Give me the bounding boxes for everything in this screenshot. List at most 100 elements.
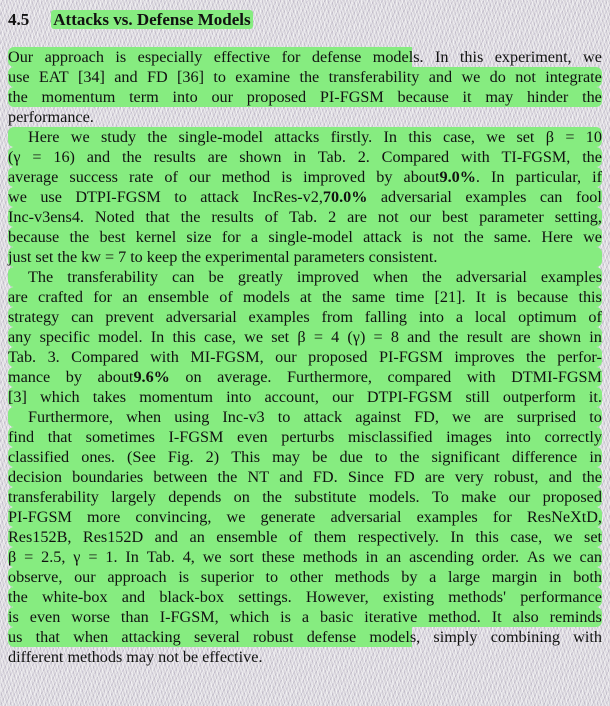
word: find xyxy=(8,428,35,446)
word: black-box xyxy=(159,588,225,606)
word: order. xyxy=(481,548,520,566)
word: the xyxy=(463,228,484,246)
word: Tab. xyxy=(8,348,37,366)
word: study xyxy=(100,128,137,146)
word: parameter xyxy=(479,208,544,226)
word: when xyxy=(73,628,109,646)
word: that xyxy=(47,428,72,446)
word: [36] xyxy=(177,68,204,86)
text-line: Inc-v3ens4. Noted that the results of Tab. 2 are… xyxy=(8,207,602,227)
word: and xyxy=(114,68,138,86)
word: examples xyxy=(248,308,310,326)
word: not xyxy=(158,648,179,666)
word: the xyxy=(121,148,142,166)
word: be xyxy=(182,648,199,666)
word: keep xyxy=(146,248,178,266)
word: 2 xyxy=(328,208,337,226)
word: and xyxy=(86,148,111,166)
word: different xyxy=(8,648,64,666)
word: FD. xyxy=(312,468,338,486)
word: momentum xyxy=(139,388,213,406)
text-line: strategy can prevent adversarial examples fro… xyxy=(8,307,602,327)
word: is xyxy=(411,228,423,246)
word: may xyxy=(485,88,514,106)
word: adversarial xyxy=(330,508,402,526)
word: DTPI-FGSM xyxy=(366,388,453,406)
word: To xyxy=(431,488,449,506)
word: into xyxy=(226,388,252,406)
word: decision xyxy=(8,468,62,486)
word: are xyxy=(347,208,367,226)
word: and xyxy=(154,528,179,546)
section-body: Our approach is especially effective for defen… xyxy=(8,47,602,667)
word: the xyxy=(181,248,202,266)
word: by xyxy=(65,368,82,386)
word: [3] xyxy=(8,388,27,406)
text-line: just set the kw = 7 to keep the experimental param… xyxy=(8,247,602,267)
word: the xyxy=(582,468,602,486)
word: In xyxy=(125,548,139,566)
word: by xyxy=(401,568,418,586)
word: takes xyxy=(92,388,127,406)
word: it xyxy=(462,88,472,106)
word: are xyxy=(483,408,504,426)
word: account, xyxy=(264,388,319,406)
text-line: (γ = 16) and the results are shown in Tab. 2. Compa… xyxy=(8,147,602,167)
word: the xyxy=(180,208,201,226)
text-line: any specific model. In this case, we set β = 4 (γ) =… xyxy=(8,327,602,347)
word: success xyxy=(69,168,118,186)
word: Noted xyxy=(94,208,135,226)
word: FD xyxy=(146,68,168,86)
word: case, xyxy=(204,328,236,346)
word: attack xyxy=(363,228,402,246)
word: largely xyxy=(111,488,156,506)
word: EAT xyxy=(38,68,69,86)
word: the xyxy=(582,88,602,106)
word: optimum xyxy=(518,308,577,326)
text-line: average success rate of our method is improved b… xyxy=(8,167,602,187)
word: are xyxy=(207,148,228,166)
word: This xyxy=(231,448,261,466)
word: sort xyxy=(229,548,254,566)
word: perturbs xyxy=(281,428,335,446)
text-line: is even worse than I-FGSM, which is a basic itera… xyxy=(8,607,602,627)
word: the xyxy=(69,228,90,246)
word: even xyxy=(237,428,268,446)
word: average. xyxy=(217,368,272,386)
word: our xyxy=(74,568,96,586)
word: fool xyxy=(575,188,602,206)
word: effective. xyxy=(202,648,263,666)
word: models, xyxy=(369,628,421,646)
word: In xyxy=(383,128,398,146)
word: are xyxy=(510,328,531,346)
text-line: us that when attacking several robust defense m… xyxy=(8,627,602,647)
word: in xyxy=(365,548,379,566)
word: for xyxy=(221,228,241,246)
word: models. xyxy=(368,488,420,506)
word: the xyxy=(582,148,602,166)
word: momentum xyxy=(41,88,116,106)
word: observe, xyxy=(8,568,63,586)
word: attacking xyxy=(121,628,181,646)
word: and xyxy=(407,328,431,346)
word: with xyxy=(150,348,179,366)
text-line: Furthermore, when using Inc-v3 to attack again… xyxy=(8,407,602,427)
word: sometimes xyxy=(85,428,155,446)
text-line: performance. xyxy=(8,107,602,127)
word: for xyxy=(281,48,301,66)
word: our xyxy=(211,88,234,106)
word: be xyxy=(208,268,224,286)
text-line: find that sometimes I-FGSM even perturbs miscl… xyxy=(8,427,602,447)
word: experimental xyxy=(205,248,290,266)
word: into xyxy=(418,308,445,326)
word: may xyxy=(126,648,155,666)
text-line: are crafted for an ensemble of models at the same… xyxy=(8,287,602,307)
section-heading: 4.5 Attacks vs. Defense Models xyxy=(8,10,253,30)
word: it. xyxy=(588,388,602,406)
word: and xyxy=(279,468,303,486)
word: PI-FGSM xyxy=(319,88,384,106)
word: because xyxy=(397,88,449,106)
word: may xyxy=(272,448,300,466)
word: from xyxy=(321,308,353,326)
word: β xyxy=(297,328,306,346)
